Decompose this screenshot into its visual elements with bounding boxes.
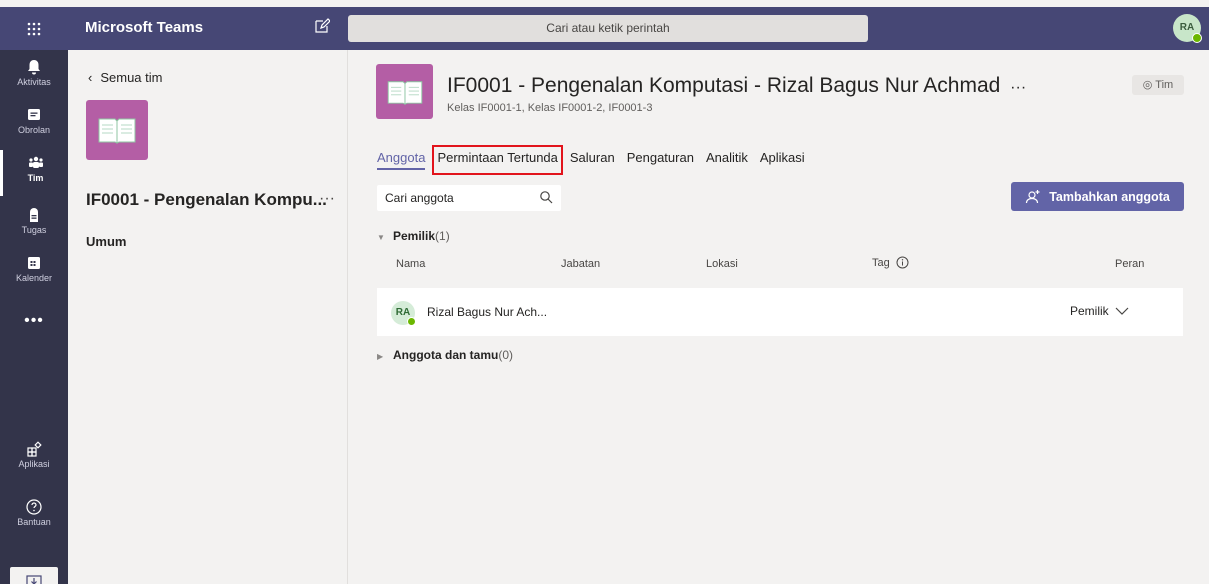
member-search-input[interactable]: Cari anggota [377,185,561,211]
column-role[interactable]: Peran [1115,258,1144,270]
guests-section-toggle[interactable]: ▶ Anggota dan tamu(0) [377,348,513,362]
team-header-image [376,64,433,119]
rail-label: Aplikasi [18,459,50,469]
rail-item-aktivitas[interactable]: Aktivitas [0,54,68,100]
team-panel: ‹ Semua tim IF0001 - Pengenalan Kompu... … [68,50,348,584]
header-more-options-button[interactable]: ··· [1010,79,1026,96]
add-member-label: Tambahkan anggota [1049,189,1170,204]
tab-analitik[interactable]: Analitik [706,150,748,170]
badge-label: Tim [1155,79,1174,91]
owners-section-toggle[interactable]: ▼ Pemilik(1) [377,229,450,243]
back-to-all-teams[interactable]: ‹ Semua tim [88,70,162,85]
tab-aplikasi[interactable]: Aplikasi [760,150,805,170]
help-icon [26,499,42,515]
rail-item-tugas[interactable]: Tugas [0,202,68,248]
collapse-arrow-icon: ▼ [377,233,385,242]
rail-label: Bantuan [17,517,51,527]
tab-anggota[interactable]: Anggota [377,150,426,170]
calendar-icon [28,257,40,269]
column-tag[interactable]: Tag [872,256,909,269]
rail-item-bantuan[interactable]: Bantuan [0,494,68,540]
presence-available-icon [407,317,416,326]
member-name[interactable]: Rizal Bagus Nur Ach... [427,305,547,319]
expand-arrow-icon: ▶ [377,352,384,361]
main-content: IF0001 - Pengenalan Komputasi - Rizal Ba… [348,50,1209,584]
column-name[interactable]: Nama [396,258,425,270]
download-icon [26,575,42,584]
search-icon [540,191,553,204]
app-launcher-icon[interactable] [0,7,68,50]
team-header-title: IF0001 - Pengenalan Komputasi - Rizal Ba… [447,74,1026,98]
rail-item-aplikasi[interactable]: Aplikasi [0,436,68,482]
info-icon[interactable] [896,256,909,269]
user-avatar[interactable]: RA [1173,14,1202,43]
chevron-down-icon [1115,307,1129,315]
book-icon [98,118,136,144]
rail-label: Tugas [21,225,47,235]
member-role-dropdown[interactable]: Pemilik [1070,304,1129,318]
add-member-button[interactable]: Tambahkan anggota [1011,182,1184,211]
tab-bar: Anggota Permintaan Tertunda Saluran Peng… [377,145,817,175]
user-initials: RA [1179,22,1195,33]
download-app-button[interactable] [10,567,58,584]
rail-item-tim[interactable]: Tim [0,150,68,196]
bell-icon [28,60,40,75]
back-label: Semua tim [100,70,163,85]
member-avatar: RA [391,301,416,326]
rail-label: Obrolan [17,125,51,135]
member-initials: RA [395,307,411,318]
rail-label: Aktivitas [17,77,51,87]
rail-item-obrolan[interactable]: Obrolan [0,102,68,148]
team-more-options-button[interactable]: ··· [319,190,335,208]
chat-icon [28,109,40,120]
table-row[interactable]: RA Rizal Bagus Nur Ach... Pemilik [377,288,1183,336]
chevron-left-icon: ‹ [88,70,93,85]
member-search-placeholder: Cari anggota [385,191,454,205]
team-image [86,100,148,160]
tab-permintaan-tertunda[interactable]: Permintaan Tertunda [432,145,563,175]
guests-label: Anggota dan tamu [393,348,499,362]
owners-label: Pemilik [393,229,436,243]
rail-label: Kalender [15,273,53,283]
column-location[interactable]: Lokasi [706,258,738,270]
owners-count: (1) [435,229,450,243]
column-title[interactable]: Jabatan [561,258,600,270]
team-title-text: IF0001 - Pengenalan Komputasi - Rizal Ba… [447,74,1001,97]
column-tag-label: Tag [872,256,890,269]
top-bar: Microsoft Teams Cari atau ketik perintah… [0,7,1209,50]
team-visibility-badge[interactable]: ◎ Tim [1132,75,1184,95]
guests-count: (0) [498,348,513,362]
rail-item-kalender[interactable]: Kalender [0,250,68,296]
tab-saluran[interactable]: Saluran [570,150,615,170]
rail-label: Tim [27,173,44,183]
presence-available-icon [1192,33,1202,43]
book-icon [387,80,422,105]
team-header-subtitle: Kelas IF0001-1, Kelas IF0001-2, IF0001-3 [447,102,653,114]
channel-item-umum[interactable]: Umum [86,234,126,249]
app-rail: Aktivitas Obrolan Tim Tugas Kalender •••… [0,50,68,584]
assignments-icon [30,208,38,222]
apps-icon [27,441,42,457]
member-role-value: Pemilik [1070,304,1109,318]
add-person-icon [1026,189,1040,203]
tab-pengaturan[interactable]: Pengaturan [627,150,694,170]
teams-icon [28,156,43,168]
eye-icon: ◎ [1142,79,1153,91]
compose-icon[interactable] [314,18,332,36]
command-search-input[interactable]: Cari atau ketik perintah [348,15,868,42]
team-name: IF0001 - Pengenalan Kompu... [86,190,327,209]
more-apps-button[interactable]: ••• [0,312,68,330]
app-title: Microsoft Teams [85,19,204,36]
